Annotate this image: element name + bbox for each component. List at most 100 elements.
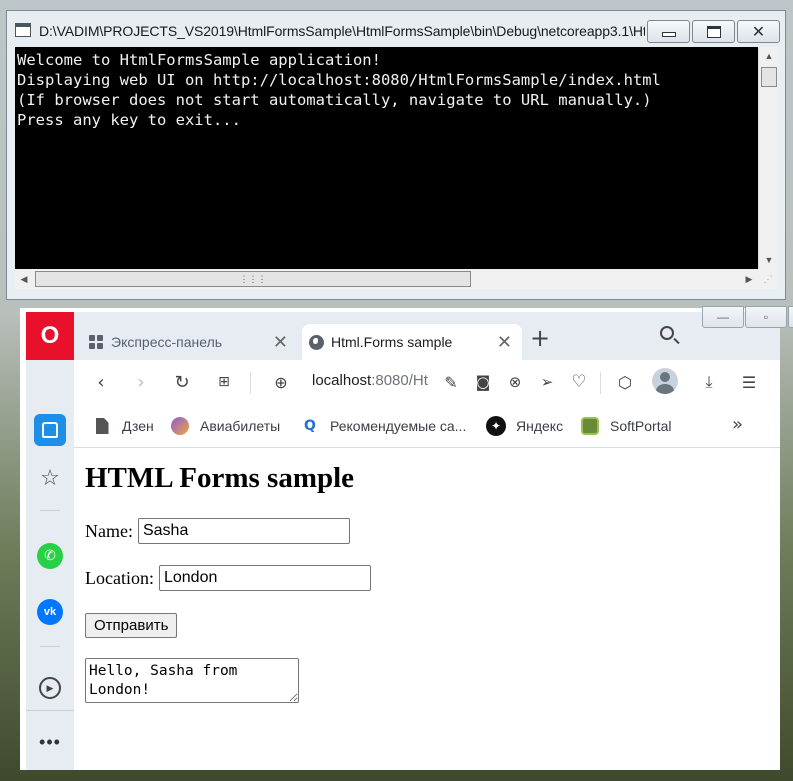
more-icon: ••• [39,731,61,752]
close-icon: ✕ [751,21,766,41]
bookmark-yandex[interactable]: ✦ Яндекс [486,415,563,437]
address-path: :8080/HtmlFormsSample/index.html [371,372,428,389]
play-icon: ▶ [39,677,61,699]
tab-label: Html.Forms sample [331,334,453,350]
minimize-icon [661,32,676,37]
easy-setup-button[interactable]: ☰ [738,370,760,394]
console-titlebar[interactable]: D:\VADIM\PROJECTS_VS2019\HtmlFormsSample… [7,11,785,47]
bookmark-label: Рекомендуемые са... [330,418,467,434]
snapshot-button[interactable]: ◙ [472,370,494,394]
result-textarea[interactable]: Hello, Sasha from London! [85,658,299,703]
adblock-button[interactable]: ⊗ [504,370,526,394]
downloads-button[interactable]: ⤓ [698,370,720,394]
avatar [652,368,678,394]
bookmark-aviatickets[interactable]: Авиабилеты [170,415,280,437]
bookmark-softportal[interactable]: SoftPortal [580,415,671,437]
sidebar-bookmarks-button[interactable]: ☆ [34,462,66,494]
bookmark-dzen[interactable]: Дзен [92,415,154,437]
submit-button[interactable]: Отправить [85,613,178,638]
sidebar-player-button[interactable]: ▶ [34,672,66,704]
bookmark-label: Авиабилеты [200,418,281,434]
grid-icon: ⊞ [218,374,230,390]
heart-icon: ♡ [571,372,587,392]
console-output[interactable]: Welcome to HtmlFormsSample application! D… [15,47,758,269]
bookmarks-bar: Дзен Авиабилеты Q Рекомендуемые са... ✦ … [74,404,780,448]
sidebar-divider [26,710,74,711]
softportal-icon [580,416,600,436]
home-icon [42,422,58,438]
bookmark-recommended-sites[interactable]: Q Рекомендуемые са... [300,415,466,437]
console-window: D:\VADIM\PROJECTS_VS2019\HtmlFormsSample… [6,10,786,300]
globe-icon: ⊕ [274,372,288,392]
close-button[interactable]: ✕ [737,20,780,43]
address-host: localhost [312,372,372,389]
vk-icon: vk [37,599,63,625]
name-input[interactable] [137,518,350,544]
tab-close-icon[interactable]: ✕ [273,332,288,353]
horizontal-scroll-thumb[interactable]: ⋮⋮⋮ [35,271,471,287]
scroll-down-icon[interactable]: ▼ [759,251,779,269]
bookmarks-more-icon[interactable]: » [732,414,743,435]
vertical-scrollbar[interactable]: ▲ ▼ [758,47,778,269]
horizontal-scrollbar[interactable]: ◀ ⋮⋮⋮ ▶ [15,269,758,289]
toolbar-divider [250,372,251,394]
send-button[interactable]: ➢ [536,370,558,394]
tab-html-forms-sample[interactable]: Html.Forms sample ✕ [302,324,522,360]
new-tab-button[interactable]: + [530,326,550,350]
navigation-toolbar: ‹ › ↻ ⊞ ⊕ localhost:8080/HtmlFormsSample… [74,360,780,404]
bookmark-label: SoftPortal [610,418,672,434]
back-button[interactable]: ‹ [90,370,112,394]
send-icon: ➢ [540,373,554,391]
sidebar-more-button[interactable]: ••• [34,726,66,758]
vertical-scroll-thumb[interactable] [761,67,777,87]
scroll-up-icon[interactable]: ▲ [759,47,779,65]
location-input[interactable] [158,565,371,591]
sidebar-divider [40,510,60,511]
resize-grip-icon[interactable]: ⋰ [758,269,778,289]
favorite-button[interactable]: ♡ [568,370,590,394]
sidebar-divider [40,646,60,647]
tabs-overview-button[interactable]: ⊞ [212,370,236,394]
tab-close-icon[interactable]: ✕ [497,332,512,353]
camera-icon: ◙ [475,373,491,391]
browser-window-controls: — ▫ ✕ [702,306,793,330]
address-bar[interactable]: localhost:8080/HtmlFormsSample/index.htm… [312,372,428,389]
scroll-left-icon[interactable]: ◀ [15,269,33,289]
browser-maximize-button[interactable]: ▫ [745,306,787,328]
scroll-right-icon[interactable]: ▶ [740,269,758,289]
speed-dial-icon [88,334,104,350]
web-page: HTML Forms sample Name: Location: Отправ… [74,449,780,770]
forward-button[interactable]: › [130,370,152,394]
reload-icon: ↻ [174,371,190,393]
back-icon: ‹ [97,371,105,393]
name-row: Name: [85,518,350,544]
name-label: Name: [85,520,133,541]
cube-icon: ⬡ [618,372,632,392]
console-line: Press any key to exit... [17,111,241,129]
maximize-icon [706,25,721,38]
tab-express-panel[interactable]: Экспресс-панель ✕ [82,324,298,360]
console-line: Welcome to HtmlFormsSample application! [17,51,381,69]
location-label: Location: [85,567,154,588]
minimize-button[interactable] [647,20,690,43]
sidebar-vk-button[interactable]: vk [34,596,66,628]
pencil-icon: ✎ [444,372,458,392]
opera-logo-icon[interactable]: O [26,312,74,360]
sidebar-home-button[interactable] [34,414,66,446]
page-title: HTML Forms sample [85,462,355,494]
site-info-button[interactable]: ⊕ [270,370,292,394]
sidebar-whatsapp-button[interactable]: ✆ [34,540,66,572]
search-tabs-button[interactable] [660,326,678,344]
maximize-button[interactable] [692,20,735,43]
browser-close-button[interactable]: ✕ [788,306,793,328]
bookmark-label: Яндекс [516,418,564,434]
reload-button[interactable]: ↻ [170,370,194,394]
browser-minimize-button[interactable]: — [702,306,744,328]
edit-page-button[interactable]: ✎ [440,370,462,394]
bookmark-label: Дзен [122,418,154,434]
search-icon [660,326,674,340]
aviatickets-icon [170,416,190,436]
profile-button[interactable] [650,368,680,394]
extensions-button[interactable]: ⬡ [614,370,636,394]
console-title: D:\VADIM\PROJECTS_VS2019\HtmlFormsSample… [39,23,645,39]
